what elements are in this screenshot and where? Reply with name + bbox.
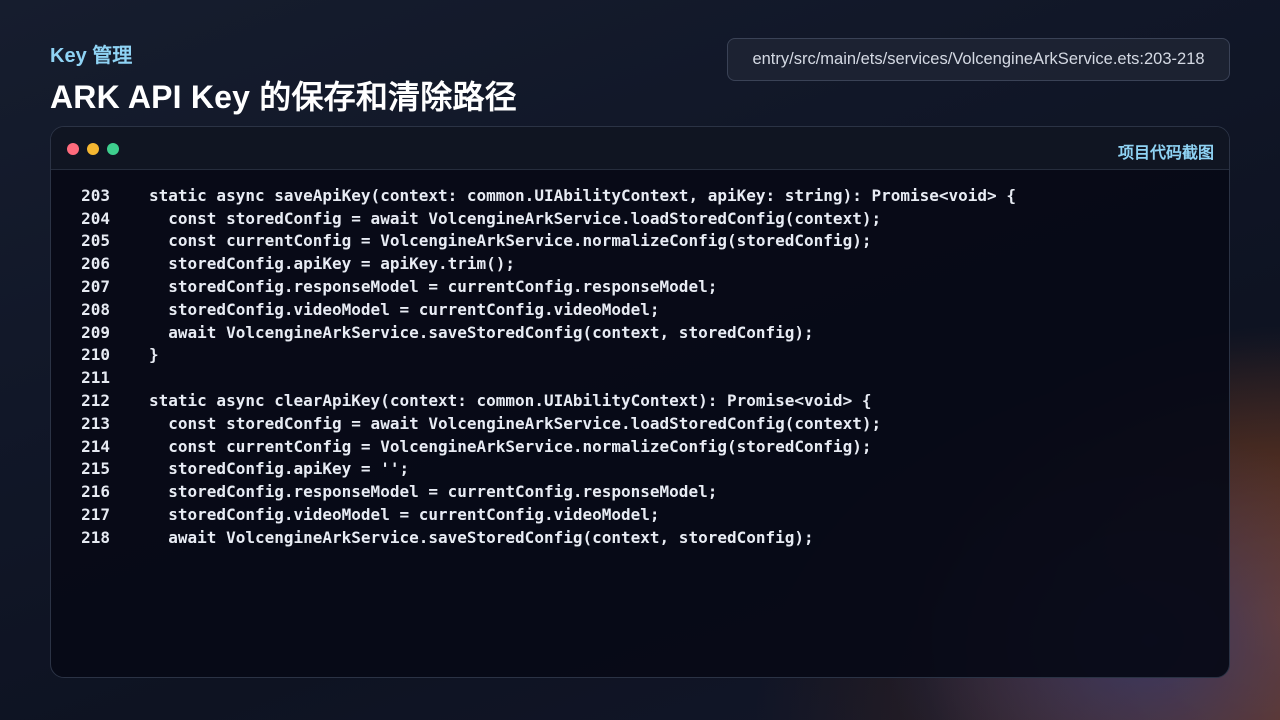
code-text: storedConfig.apiKey = apiKey.trim(); — [149, 254, 516, 274]
code-window: 项目代码截图 203 static async saveApiKey(contex… — [50, 126, 1230, 678]
code-line: 211 — [51, 366, 1229, 389]
code-text: const storedConfig = await VolcengineArk… — [149, 413, 882, 433]
code-block: 203 static async saveApiKey(context: comm… — [51, 184, 1229, 549]
line-number: 218 — [81, 527, 110, 547]
code-text: storedConfig.videoModel = currentConfig.… — [149, 299, 660, 319]
minimize-dot-icon — [87, 143, 99, 155]
line-number: 206 — [81, 254, 110, 274]
code-line: 212 static async clearApiKey(context: com… — [51, 389, 1229, 412]
code-text: storedConfig.responseModel = currentConf… — [149, 277, 718, 297]
code-line: 207 storedConfig.responseModel = current… — [51, 275, 1229, 298]
window-titlebar: 项目代码截图 — [51, 127, 1229, 170]
code-line: 214 const currentConfig = VolcengineArkS… — [51, 435, 1229, 458]
line-number: 210 — [81, 345, 110, 365]
line-number: 215 — [81, 459, 110, 479]
code-line: 205 const currentConfig = VolcengineArkS… — [51, 230, 1229, 253]
line-number: 208 — [81, 299, 110, 319]
code-line: 216 storedConfig.responseModel = current… — [51, 480, 1229, 503]
code-text: await VolcengineArkService.saveStoredCon… — [149, 322, 814, 342]
page-title: ARK API Key 的保存和清除路径 — [50, 79, 517, 115]
section-kicker: Key 管理 — [50, 45, 133, 67]
code-text: const storedConfig = await VolcengineArk… — [149, 208, 882, 228]
code-text: storedConfig.responseModel = currentConf… — [149, 482, 718, 502]
code-line: 206 storedConfig.apiKey = apiKey.trim(); — [51, 252, 1229, 275]
file-path-badge: entry/src/main/ets/services/VolcengineAr… — [727, 38, 1230, 81]
code-line: 203 static async saveApiKey(context: comm… — [51, 184, 1229, 207]
code-text: storedConfig.apiKey = ''; — [149, 459, 410, 479]
code-text: await VolcengineArkService.saveStoredCon… — [149, 527, 814, 547]
line-number: 216 — [81, 482, 110, 502]
code-line: 209 await VolcengineArkService.saveStore… — [51, 321, 1229, 344]
code-text: static async clearApiKey(context: common… — [149, 391, 872, 411]
code-line: 218 await VolcengineArkService.saveStore… — [51, 526, 1229, 549]
line-number: 217 — [81, 505, 110, 525]
line-number: 213 — [81, 413, 110, 433]
line-number: 214 — [81, 436, 110, 456]
line-number: 205 — [81, 231, 110, 251]
code-line: 215 storedConfig.apiKey = ''; — [51, 458, 1229, 481]
line-number: 212 — [81, 391, 110, 411]
line-number: 204 — [81, 208, 110, 228]
code-line: 213 const storedConfig = await Volcengin… — [51, 412, 1229, 435]
code-line: 208 storedConfig.videoModel = currentCon… — [51, 298, 1229, 321]
code-line: 217 storedConfig.videoModel = currentCon… — [51, 503, 1229, 526]
code-text: const currentConfig = VolcengineArkServi… — [149, 436, 872, 456]
code-text: const currentConfig = VolcengineArkServi… — [149, 231, 872, 251]
code-text: } — [149, 345, 159, 365]
code-text: storedConfig.videoModel = currentConfig.… — [149, 505, 660, 525]
code-line: 210} — [51, 344, 1229, 367]
window-label: 项目代码截图 — [1117, 145, 1214, 162]
close-dot-icon — [67, 143, 79, 155]
line-number: 209 — [81, 322, 110, 342]
line-number: 207 — [81, 277, 110, 297]
line-number: 203 — [81, 185, 110, 205]
code-line: 204 const storedConfig = await Volcengin… — [51, 207, 1229, 230]
maximize-dot-icon — [107, 143, 119, 155]
code-text: static async saveApiKey(context: common.… — [149, 185, 1016, 205]
line-number: 211 — [81, 368, 110, 388]
